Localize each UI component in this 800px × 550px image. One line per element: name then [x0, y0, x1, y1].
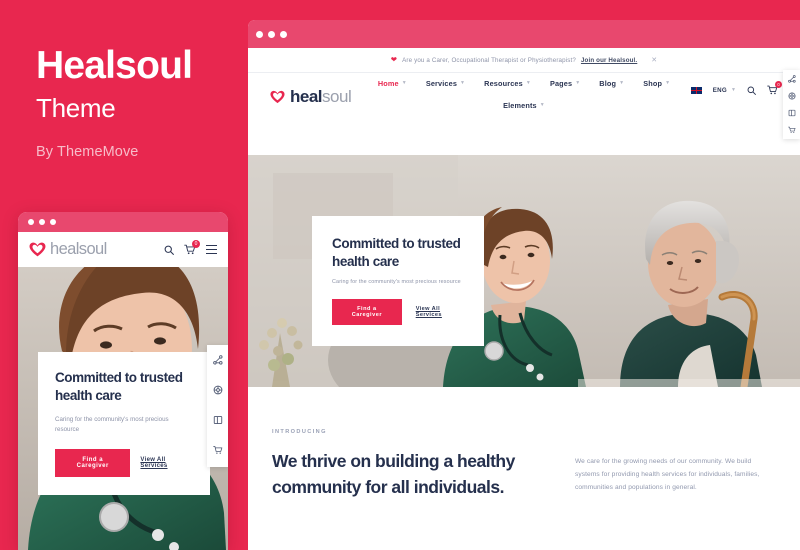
hero-card: Committed to trusted health care Caring …	[312, 216, 484, 346]
mobile-window-chrome	[18, 212, 228, 232]
intro-paragraph: We care for the growing needs of our com…	[574, 458, 760, 492]
chevron-down-icon: ▼	[665, 80, 671, 86]
uk-flag-icon	[690, 86, 702, 94]
mobile-hero-card: Committed to trusted health care Caring …	[38, 352, 210, 495]
layout-icon[interactable]	[788, 109, 796, 117]
chevron-down-icon: ▼	[575, 80, 581, 86]
chevron-down-icon: ▼	[401, 80, 407, 86]
cart-icon[interactable]	[212, 442, 223, 460]
find-caregiver-button[interactable]: Find a Caregiver	[332, 298, 402, 325]
nav-item-shop[interactable]: Shop ▼	[643, 79, 670, 88]
nav-label: Pages	[549, 79, 573, 88]
desktop-header: healsoul Home ▼ Services ▼ Resources ▼ P…	[248, 73, 800, 155]
mobile-logo-primary: heal	[50, 240, 79, 258]
mobile-browser-window: healsoul 0 Committed to trusted health c…	[18, 212, 228, 550]
chevron-down-icon: ▼	[619, 80, 625, 86]
mobile-site-logo[interactable]: healsoul	[29, 240, 107, 259]
chevron-down-icon: ▼	[539, 102, 545, 108]
cart-count-badge: 0	[775, 81, 782, 88]
secondary-nav: Elements ▼	[248, 101, 800, 110]
desktop-page-body: ❤ Are you a Carer, Occupational Therapis…	[248, 48, 800, 550]
intro-heading: We thrive on building a healthy communit…	[272, 451, 515, 497]
cart-count-badge: 0	[192, 240, 200, 248]
mobile-hero-section: Committed to trusted health care Caring …	[18, 267, 228, 550]
brand-title: Healsoul	[36, 44, 193, 87]
mobile-logo-text: healsoul	[50, 240, 107, 259]
window-dot-maximize[interactable]	[50, 219, 56, 225]
nav-item-pages[interactable]: Pages ▼	[550, 79, 580, 88]
mobile-logo-secondary: soul	[78, 240, 107, 258]
cart-icon[interactable]: 0	[767, 81, 782, 95]
close-icon[interactable]: ✕	[651, 56, 657, 64]
window-dot-minimize[interactable]	[268, 30, 275, 38]
window-dot-close[interactable]	[256, 30, 263, 38]
view-all-services-link[interactable]: View All Services	[416, 306, 464, 318]
nav-item-resources[interactable]: Resources ▼	[484, 79, 531, 88]
window-dot-close[interactable]	[28, 219, 34, 225]
mobile-header: healsoul 0	[18, 232, 228, 267]
mobile-header-icons: 0	[164, 240, 217, 255]
heart-logo-icon	[29, 242, 46, 257]
nav-label: Shop	[643, 79, 663, 88]
nav-item-blog[interactable]: Blog ▼	[599, 79, 624, 88]
nav-label: Elements	[503, 101, 537, 110]
heart-icon: ❤	[390, 55, 398, 65]
nav-item-services[interactable]: Services ▼	[426, 79, 465, 88]
mobile-hero-buttons: Find a Caregiver View All Services	[55, 448, 193, 477]
brand-author: By ThemeMove	[36, 143, 139, 160]
intro-section: INTRODUCING We thrive on building a heal…	[248, 387, 800, 500]
chevron-down-icon: ▼	[460, 80, 466, 86]
chevron-down-icon: ▼	[525, 80, 531, 86]
window-dot-minimize[interactable]	[39, 219, 45, 225]
view-all-services-link[interactable]: View All Services	[140, 457, 193, 469]
nav-label: Home	[377, 79, 399, 88]
globe-settings-icon[interactable]	[213, 382, 223, 400]
desktop-browser-window: ❤ Are you a Carer, Occupational Therapis…	[248, 20, 800, 550]
hamburger-menu-icon[interactable]	[206, 244, 217, 255]
header-utilities: ENG ▼ 0	[690, 81, 782, 95]
nav-item-elements[interactable]: Elements ▼	[503, 101, 545, 110]
hero-buttons: Find a Caregiver View All Services	[332, 298, 464, 325]
notice-text: Are you a Carer, Occupational Therapist …	[402, 56, 576, 64]
desktop-side-toolbar	[783, 70, 800, 139]
cart-icon[interactable]	[787, 126, 796, 134]
search-icon[interactable]	[747, 86, 756, 95]
mobile-hero-heading: Committed to trusted health care	[55, 370, 183, 404]
nav-label: Blog	[599, 79, 617, 88]
nav-label: Resources	[484, 79, 523, 88]
mobile-side-toolbar	[207, 345, 228, 467]
layout-icon[interactable]	[213, 412, 223, 430]
intro-eyebrow: INTRODUCING	[272, 429, 327, 435]
window-dot-maximize[interactable]	[280, 30, 287, 38]
search-icon[interactable]	[164, 245, 174, 255]
find-caregiver-button[interactable]: Find a Caregiver	[55, 448, 131, 477]
mobile-hero-paragraph: Caring for the community's most precious…	[55, 415, 169, 434]
language-label[interactable]: ENG	[713, 87, 727, 94]
cart-icon[interactable]: 0	[184, 240, 200, 255]
intro-left-column: INTRODUCING We thrive on building a heal…	[272, 429, 549, 500]
nav-item-home[interactable]: Home ▼	[378, 79, 407, 88]
hero-heading: Committed to trusted health care	[332, 236, 461, 269]
notice-bar: ❤ Are you a Carer, Occupational Therapis…	[248, 48, 800, 73]
notice-link[interactable]: Join our Healsoul.	[581, 57, 637, 64]
nav-label: Services	[425, 79, 458, 88]
hero-paragraph: Caring for the community's most precious…	[332, 278, 461, 285]
share-icon[interactable]	[787, 75, 796, 83]
hero-section: Committed to trusted health care Caring …	[248, 155, 800, 387]
chevron-down-icon[interactable]: ▼	[731, 87, 736, 93]
globe-settings-icon[interactable]	[787, 92, 796, 100]
brand-subtitle: Theme	[36, 92, 116, 123]
desktop-window-chrome	[248, 20, 800, 48]
share-icon[interactable]	[212, 352, 223, 370]
